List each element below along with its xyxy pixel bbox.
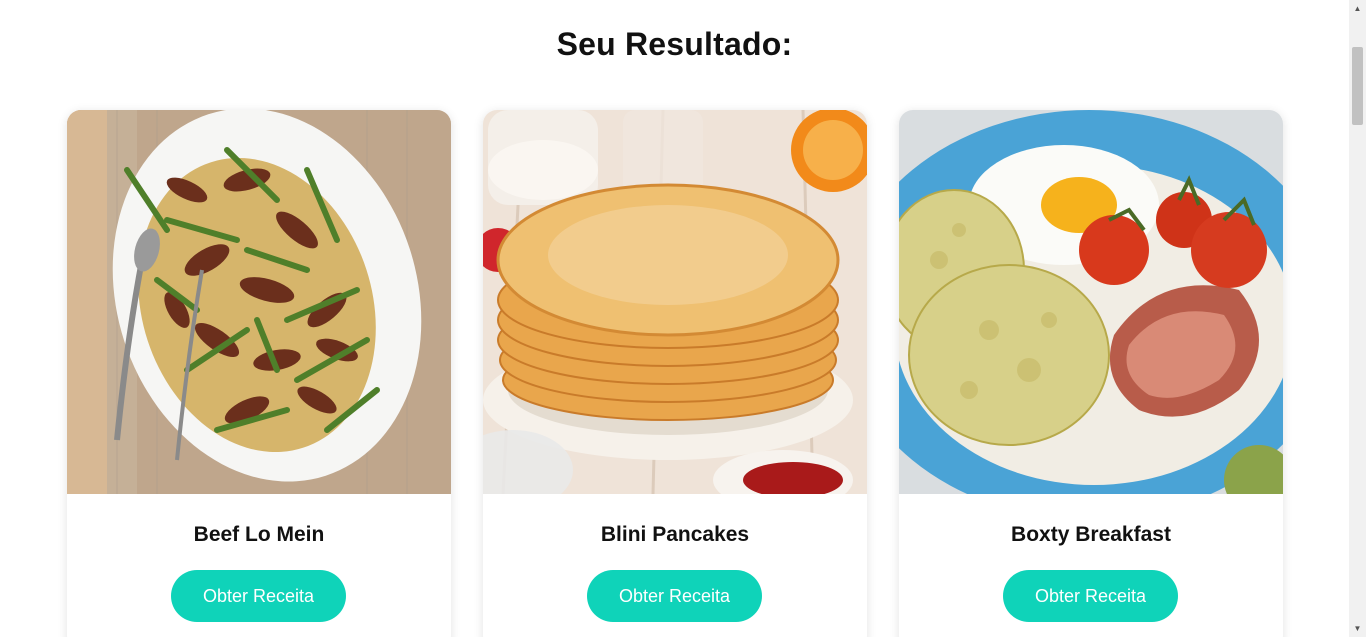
scroll-up-icon[interactable]: ▲: [1349, 0, 1366, 17]
recipe-card: Beef Lo Mein Obter Receita: [67, 110, 451, 637]
vertical-scrollbar[interactable]: ▲ ▼: [1349, 0, 1366, 637]
page-title: Seu Resultado:: [556, 26, 793, 62]
get-recipe-button[interactable]: Obter Receita: [171, 570, 346, 622]
recipe-name: Boxty Breakfast: [1011, 523, 1171, 546]
recipe-name: Beef Lo Mein: [193, 523, 325, 546]
get-recipe-button[interactable]: Obter Receita: [1003, 570, 1178, 622]
results-page: Seu Resultado: Beef Lo Mein Obter Receit…: [0, 0, 1349, 637]
blini-pancakes-photo: [483, 110, 867, 494]
recipe-card: Boxty Breakfast Obter Receita: [899, 110, 1283, 637]
scroll-thumb[interactable]: [1352, 47, 1363, 125]
scroll-down-icon[interactable]: ▼: [1349, 620, 1366, 637]
recipe-card: Blini Pancakes Obter Receita: [483, 110, 867, 637]
get-recipe-button[interactable]: Obter Receita: [587, 570, 762, 622]
beef-lo-mein-photo: [67, 110, 451, 494]
boxty-breakfast-photo: [899, 110, 1283, 494]
recipe-name: Blini Pancakes: [600, 523, 750, 546]
